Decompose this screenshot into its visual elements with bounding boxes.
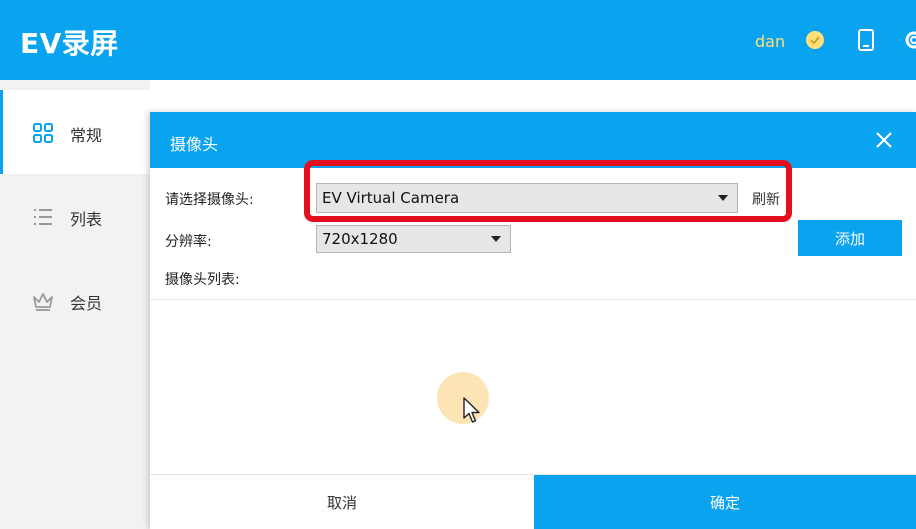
vip-icon[interactable] [805,30,825,50]
confirm-button[interactable]: 确定 [534,475,916,529]
dialog-header: 摄像头 [150,112,916,168]
resolution-select[interactable]: 720x1280 [316,225,511,253]
camera-select[interactable]: EV Virtual Camera [316,183,738,213]
resolution-label: 分辨率: [165,234,212,250]
add-button[interactable]: 添加 [798,220,902,256]
crown-icon [33,293,53,311]
device-icon[interactable] [856,28,876,52]
refresh-button[interactable]: 刷新 [752,189,780,209]
camera-select-label: 请选择摄像头: [165,192,254,208]
cursor-icon [463,397,480,423]
sidebar-item-label: 会员 [70,294,103,313]
sidebar-item-vip[interactable]: 会员 [0,258,150,342]
sidebar: 常规 列表 会员 [0,80,150,529]
dialog-title: 摄像头 [170,135,219,154]
grid-icon [33,123,53,143]
sidebar-item-label: 常规 [70,126,103,145]
list-icon [34,209,52,225]
username[interactable]: dan [755,32,785,51]
camera-list-label: 摄像头列表: [165,272,240,288]
app-header: EV录屏 dan [0,0,916,80]
chevron-down-icon [491,236,501,242]
cancel-button[interactable]: 取消 [150,475,534,529]
sidebar-item-label: 列表 [70,210,103,229]
settings-icon[interactable] [902,28,916,52]
resolution-select-value: 720x1280 [322,230,398,248]
camera-dialog: 摄像头 请选择摄像头: EV Virtual Camera 刷新 分辨率: 72… [150,112,916,529]
sidebar-item-general[interactable]: 常规 [0,90,150,174]
app-title: EV录屏 [20,27,119,60]
chevron-down-icon [718,195,728,201]
sidebar-item-list[interactable]: 列表 [0,174,150,258]
close-icon[interactable] [872,128,896,152]
camera-list[interactable] [150,300,916,475]
camera-select-value: EV Virtual Camera [322,189,460,207]
